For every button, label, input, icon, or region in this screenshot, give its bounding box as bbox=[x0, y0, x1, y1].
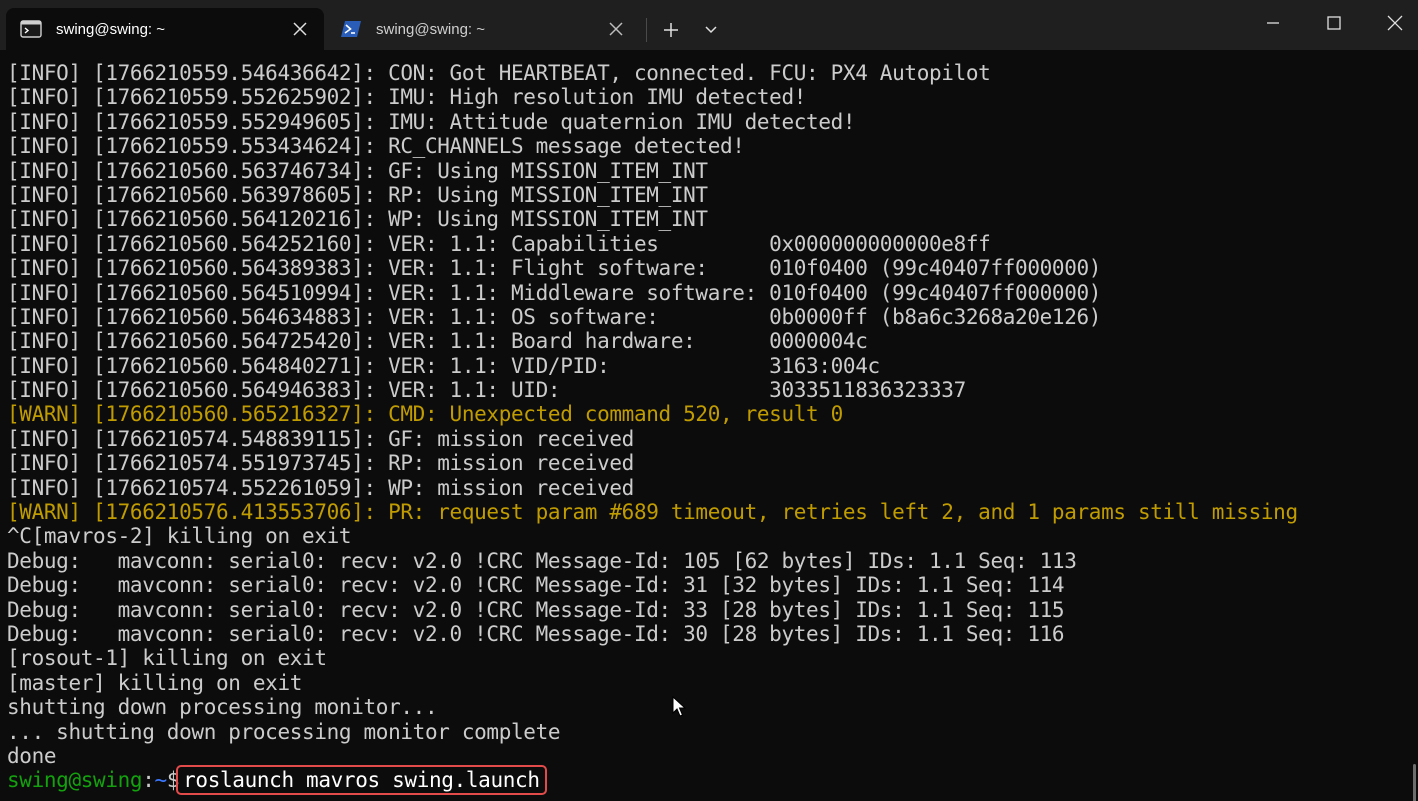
close-icon bbox=[609, 22, 623, 36]
tab-separator bbox=[646, 18, 647, 42]
log-line: [INFO] [1766210559.546436642]: CON: Got … bbox=[7, 61, 991, 85]
tab-terminal-active[interactable]: swing@swing: ~ bbox=[6, 8, 324, 50]
log-line: [INFO] [1766210559.552949605]: IMU: Atti… bbox=[7, 109, 856, 134]
log-line-warn: [WARN] [1766210560.565216327]: CMD: Unex… bbox=[7, 402, 843, 427]
scrollbar-thumb[interactable] bbox=[1413, 764, 1416, 801]
log-line: [INFO] [1766210574.551973745]: RP: missi… bbox=[7, 451, 634, 476]
tab-title: swing@swing: ~ bbox=[56, 20, 166, 38]
log-line: shutting down processing monitor... bbox=[7, 695, 438, 720]
log-line: [INFO] [1766210560.564840271]: VER: 1.1:… bbox=[7, 353, 880, 378]
mouse-cursor-icon bbox=[672, 696, 686, 717]
chevron-down-icon bbox=[705, 26, 717, 34]
log-line: Debug: mavconn: serial0: recv: v2.0 !CRC… bbox=[7, 573, 1065, 598]
terminal-output[interactable]: [INFO] [1766210559.546436642]: CON: Got … bbox=[0, 50, 1418, 801]
command-input-highlighted[interactable]: roslaunch mavros swing.launch bbox=[176, 765, 547, 796]
log-line: [INFO] [1766210574.548839115]: GF: missi… bbox=[7, 426, 634, 451]
log-line: done bbox=[7, 743, 57, 768]
maximize-button[interactable] bbox=[1303, 0, 1365, 46]
log-line: [INFO] [1766210559.552625902]: IMU: High… bbox=[7, 85, 807, 110]
powershell-icon bbox=[341, 21, 361, 37]
log-line: Debug: mavconn: serial0: recv: v2.0 !CRC… bbox=[7, 621, 1065, 646]
log-line: [master] killing on exit bbox=[7, 670, 303, 695]
log-line: [INFO] [1766210574.552261059]: WP: missi… bbox=[7, 475, 634, 500]
log-line: Debug: mavconn: serial0: recv: v2.0 !CRC… bbox=[7, 597, 1065, 622]
tab-title: swing@swing: ~ bbox=[376, 20, 486, 38]
prompt-line: swing@swing:~$ roslaunch mavros swing.lau… bbox=[7, 765, 1298, 796]
prompt-path: ~ bbox=[154, 768, 168, 793]
log-line: [rosout-1] killing on exit bbox=[7, 646, 327, 671]
prompt-user-host: swing@swing bbox=[7, 768, 143, 793]
log-line: [INFO] [1766210560.564252160]: VER: 1.1:… bbox=[7, 231, 991, 256]
minimize-button[interactable] bbox=[1242, 0, 1304, 46]
terminal-icon bbox=[20, 20, 42, 38]
log-line: ^C[mavros-2] killing on exit bbox=[7, 524, 352, 549]
log-line: [INFO] [1766210560.564510994]: VER: 1.1:… bbox=[7, 280, 1102, 305]
tab-dropdown-button[interactable] bbox=[695, 14, 727, 46]
window-close-button[interactable] bbox=[1364, 0, 1418, 46]
prompt-sign: $ bbox=[166, 768, 180, 793]
log-line: ... shutting down processing monitor com… bbox=[7, 719, 561, 744]
new-tab-button[interactable] bbox=[655, 14, 687, 46]
tab-powershell[interactable]: swing@swing: ~ bbox=[326, 8, 640, 50]
log-line: [INFO] [1766210560.563746734]: GF: Using… bbox=[7, 158, 708, 183]
log-line: [INFO] [1766210559.553434624]: RC_CHANNE… bbox=[7, 134, 745, 159]
plus-icon bbox=[664, 23, 678, 37]
log-line: [INFO] [1766210560.564389383]: VER: 1.1:… bbox=[7, 256, 1102, 281]
prompt-colon: : bbox=[142, 768, 155, 793]
log-line: [INFO] [1766210560.563978605]: RP: Using… bbox=[7, 182, 708, 207]
log-line: [INFO] [1766210560.564634883]: VER: 1.1:… bbox=[7, 304, 1102, 329]
tab-close-button[interactable] bbox=[602, 15, 630, 43]
tab-close-button[interactable] bbox=[286, 15, 314, 43]
log-line-warn: [WARN] [1766210576.413553706]: PR: reque… bbox=[7, 500, 1298, 525]
log-line: [INFO] [1766210560.564120216]: WP: Using… bbox=[7, 207, 708, 232]
title-bar: swing@swing: ~ swing@swing: ~ bbox=[0, 0, 1418, 50]
maximize-icon bbox=[1327, 16, 1341, 30]
terminal-lines: [INFO] [1766210559.546436642]: CON: Got … bbox=[7, 61, 1298, 796]
log-line: Debug: mavconn: serial0: recv: v2.0 !CRC… bbox=[7, 548, 1077, 573]
minimize-icon bbox=[1267, 22, 1279, 24]
close-icon bbox=[1387, 15, 1403, 31]
log-line: [INFO] [1766210560.564725420]: VER: 1.1:… bbox=[7, 329, 868, 354]
log-line: [INFO] [1766210560.564946383]: VER: 1.1:… bbox=[7, 378, 966, 403]
close-icon bbox=[293, 22, 307, 36]
